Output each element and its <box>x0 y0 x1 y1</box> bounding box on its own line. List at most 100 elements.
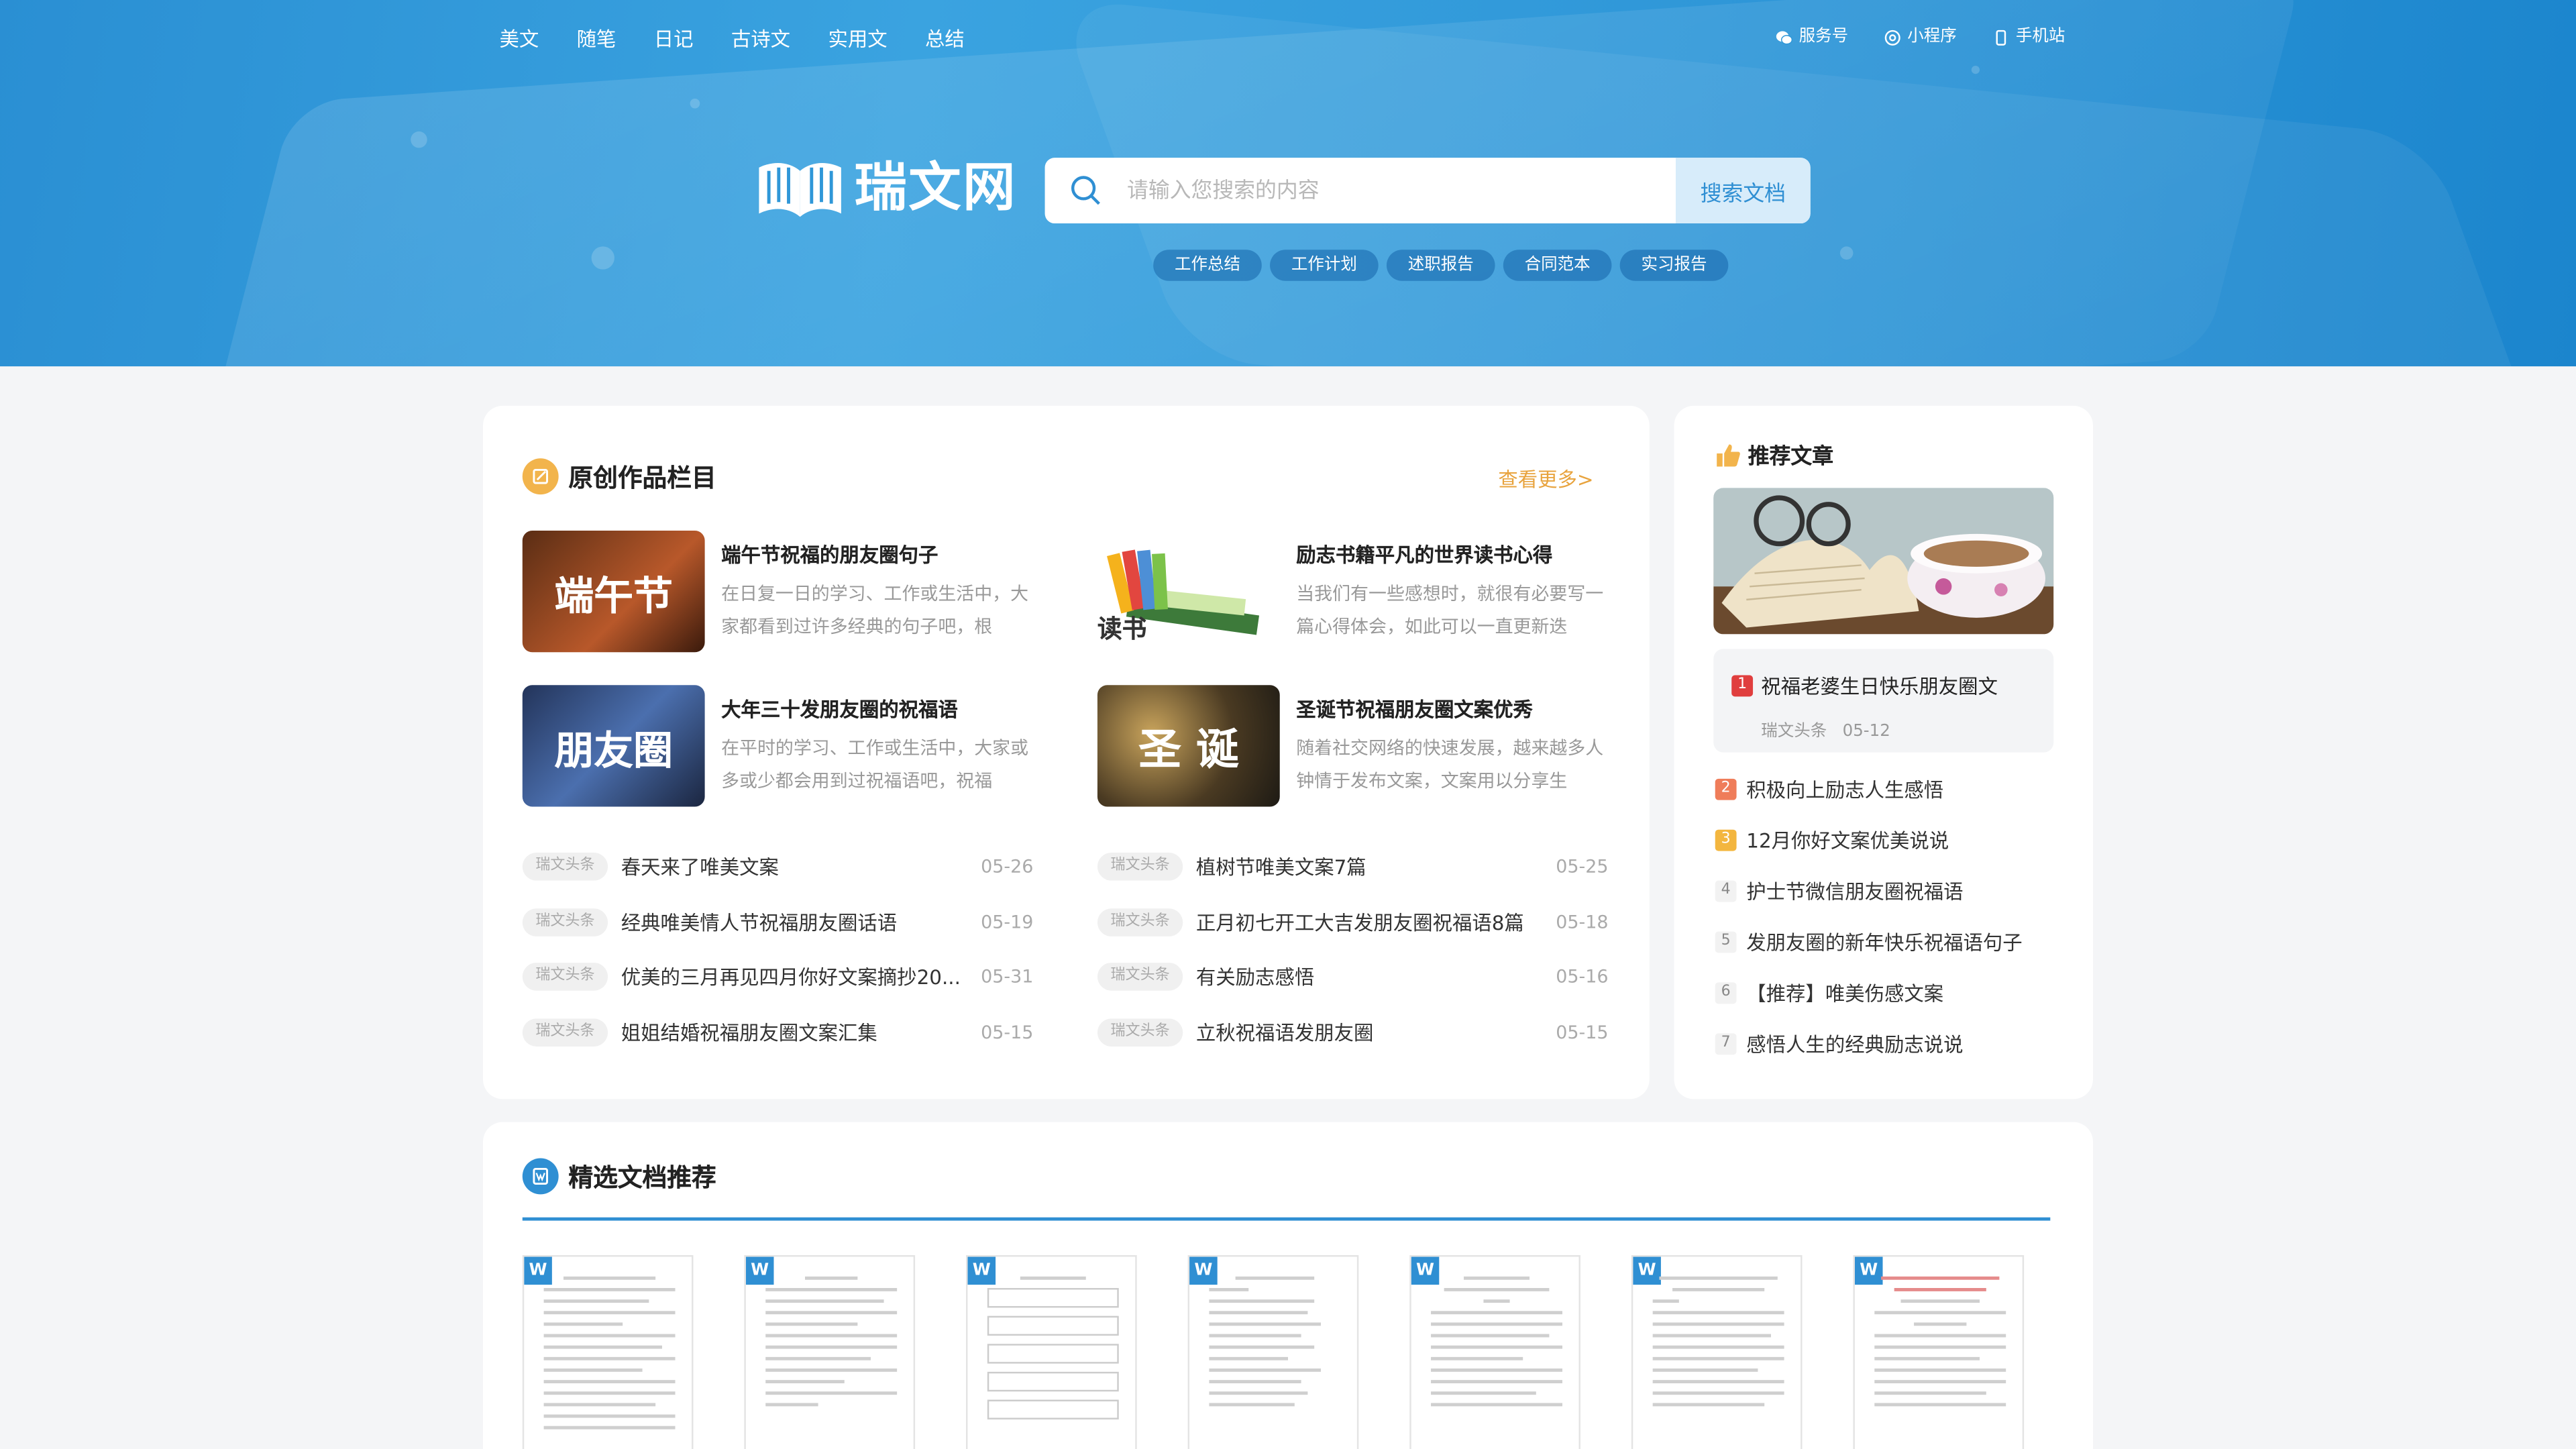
recommend-title-text: 推荐文章 <box>1748 445 1834 470</box>
list-item-title: 姐姐结婚祝福朋友圈文案汇集 <box>621 1021 877 1044</box>
hot-tag[interactable]: 述职报告 <box>1386 250 1495 281</box>
list-item-date: 05-31 <box>981 965 1034 987</box>
view-more-link[interactable]: 查看更多> <box>1498 465 1593 493</box>
edit-icon <box>522 458 559 495</box>
list-item-date: 05-19 <box>981 910 1034 932</box>
document-preview-lines <box>765 1276 898 1415</box>
recommend-item[interactable]: 4 护士节微信朋友圈祝福语 <box>1715 877 1964 906</box>
recommend-item[interactable]: 5 发朋友圈的新年快乐祝福语句子 <box>1715 928 2023 957</box>
recommend-item-title: 护士节微信朋友圈祝福语 <box>1746 880 1964 904</box>
original-works-panel: 原创作品栏目 查看更多> 端午节 端午节祝福的朋友圈句子 在日复一日的学习、工作… <box>483 405 1650 1099</box>
mini-program-link[interactable]: 小程序 <box>1884 26 1957 49</box>
source-badge: 瑞文头条 <box>1097 851 1183 880</box>
recommend-top-title-row: 1 祝福老婆生日快乐朋友圈文 <box>1731 672 1998 700</box>
document-preview-lines <box>1874 1276 2006 1415</box>
section-title-original: 原创作品栏目 <box>522 458 716 495</box>
list-item-title: 有关励志感悟 <box>1195 965 1315 989</box>
document-preview-lines <box>543 1276 676 1438</box>
list-item-title: 正月初七开工大吉发朋友圈祝福语8篇 <box>1195 910 1524 934</box>
mobile-site-link[interactable]: 手机站 <box>1993 26 2065 49</box>
article-title: 励志书籍平凡的世界读书心得 <box>1296 543 1553 567</box>
document-thumbnail[interactable]: W <box>744 1255 916 1449</box>
hot-tag[interactable]: 工作计划 <box>1270 250 1379 281</box>
bokeh-dot <box>690 98 700 109</box>
search-button[interactable]: 搜索文档 <box>1675 158 1811 224</box>
list-item-title: 经典唯美情人节祝福朋友圈话语 <box>621 910 898 934</box>
list-item-date: 05-18 <box>1556 910 1609 932</box>
recommend-item[interactable]: 7 感悟人生的经典励志说说 <box>1715 1030 1964 1059</box>
document-thumbnail[interactable]: W <box>1853 1255 2025 1449</box>
article-thumbnail: 读书 <box>1097 531 1280 653</box>
service-account-link[interactable]: 服务号 <box>1776 26 1848 49</box>
source-badge: 瑞文头条 <box>1097 908 1183 936</box>
rank-badge: 1 <box>1731 675 1754 697</box>
thumbs-up-icon <box>1717 443 1740 466</box>
list-item[interactable]: 瑞文头条 植树节唯美文案7篇 05-25 <box>1097 849 1609 882</box>
recommend-item-title: 感悟人生的经典励志说说 <box>1746 1033 1964 1057</box>
list-item-date: 05-16 <box>1556 965 1609 987</box>
list-item-title: 立秋祝福语发朋友圈 <box>1195 1021 1374 1044</box>
nav-item-riji[interactable]: 日记 <box>654 26 694 52</box>
mobile-icon <box>1996 30 2006 46</box>
article-card[interactable]: 读书 励志书籍平凡的世界读书心得 当我们有一些感想时，就很有必要写一篇心得体会，… <box>1097 531 1607 654</box>
document-preview-lines <box>1652 1276 1784 1415</box>
featured-docs-panel: 精选文档推荐 W W W W W W W <box>483 1122 2094 1449</box>
book-and-cup-illustration <box>1713 488 2054 635</box>
list-item[interactable]: 瑞文头条 姐姐结婚祝福朋友圈文案汇集 05-15 <box>522 1015 1033 1048</box>
list-item[interactable]: 瑞文头条 春天来了唯美文案 05-26 <box>522 849 1033 882</box>
site-logo[interactable]: 瑞文网 <box>756 154 1017 220</box>
hot-tag[interactable]: 实习报告 <box>1619 250 1729 281</box>
article-card[interactable]: 端午节 端午节祝福的朋友圈句子 在日复一日的学习、工作或生活中，大家都看到过许多… <box>522 531 1032 654</box>
rank-badge: 4 <box>1715 880 1737 902</box>
document-thumbnail[interactable]: W <box>1631 1255 1803 1449</box>
list-item-date: 05-25 <box>1556 855 1609 877</box>
document-preview-lines <box>1431 1276 1562 1415</box>
article-excerpt: 当我们有一些感想时，就很有必要写一篇心得体会，如此可以一直更新迭 <box>1296 583 1604 638</box>
recommend-item-title: 祝福老婆生日快乐朋友圈文 <box>1761 675 1998 698</box>
recommend-top-meta: 瑞文头条 05-12 <box>1761 716 1890 741</box>
list-item[interactable]: 瑞文头条 有关励志感悟 05-16 <box>1097 959 1609 992</box>
document-thumbnail[interactable]: W <box>966 1255 1137 1449</box>
rank-badge: 6 <box>1715 982 1737 1004</box>
article-thumbnail: 朋友圈 <box>522 685 705 807</box>
mini-program-label: 小程序 <box>1907 28 1957 46</box>
article-card[interactable]: 圣 诞 圣诞节祝福朋友圈文案优秀 随着社交网络的快速发展，越来越多人钟情于发布文… <box>1097 685 1607 808</box>
bokeh-dot <box>591 246 614 270</box>
recommend-item-title: 发朋友圈的新年快乐祝福语句子 <box>1746 931 2023 955</box>
list-item[interactable]: 瑞文头条 优美的三月再见四月你好文案摘抄20... 05-31 <box>522 959 1034 992</box>
document-thumbnail[interactable]: W <box>1187 1255 1359 1449</box>
search-box: 搜索文档 <box>1044 158 1811 224</box>
recommend-item[interactable]: 6 【推荐】唯美伤感文案 <box>1715 979 1943 1008</box>
list-item[interactable]: 瑞文头条 立秋祝福语发朋友圈 05-15 <box>1097 1015 1609 1048</box>
document-thumbnail[interactable]: W <box>1409 1255 1580 1449</box>
recommend-panel: 推荐文章 1 祝福老婆生日快乐朋友圈文 瑞文头条 05-12 2 积极向上励志人… <box>1674 405 2094 1099</box>
bokeh-dot <box>411 131 427 148</box>
list-item[interactable]: 瑞文头条 正月初七开工大吉发朋友圈祝福语8篇 05-18 <box>1097 905 1609 938</box>
hot-tag[interactable]: 工作总结 <box>1153 250 1262 281</box>
thumbnail-text: 端午节 <box>554 572 673 619</box>
document-icon <box>522 1158 559 1195</box>
recommend-top-item[interactable]: 1 祝福老婆生日快乐朋友圈文 瑞文头条 05-12 <box>1713 649 2054 753</box>
document-thumbnail[interactable]: W <box>522 1255 694 1449</box>
search-input[interactable] <box>1127 158 1676 224</box>
service-account-label: 服务号 <box>1799 28 1849 46</box>
nav-item-zongjie[interactable]: 总结 <box>925 26 965 52</box>
recommend-item[interactable]: 2 积极向上励志人生感悟 <box>1715 775 1943 804</box>
recommend-item[interactable]: 3 12月你好文案优美说说 <box>1715 826 1949 855</box>
nav-item-gushiwen[interactable]: 古诗文 <box>731 26 790 52</box>
list-item-title: 春天来了唯美文案 <box>621 855 779 878</box>
nav-item-shiyongwen[interactable]: 实用文 <box>828 26 887 52</box>
recommend-item-title: 12月你好文案优美说说 <box>1746 829 1949 853</box>
nav-item-meiwen[interactable]: 美文 <box>499 26 539 52</box>
rank-badge: 5 <box>1715 931 1737 953</box>
list-item[interactable]: 瑞文头条 经典唯美情人节祝福朋友圈话语 05-19 <box>522 905 1034 938</box>
source-badge: 瑞文头条 <box>522 961 608 990</box>
hot-tag[interactable]: 合同范本 <box>1503 250 1612 281</box>
source-badge: 瑞文头条 <box>522 1018 608 1046</box>
recommend-cover-image[interactable] <box>1713 488 2054 635</box>
nav-item-suibi[interactable]: 随笔 <box>577 26 616 52</box>
rank-badge: 2 <box>1715 778 1737 800</box>
source-badge: 瑞文头条 <box>1097 1018 1183 1046</box>
article-card[interactable]: 朋友圈 大年三十发朋友圈的祝福语 在平时的学习、工作或生活中，大家或多或少都会用… <box>522 685 1032 808</box>
article-excerpt: 在日复一日的学习、工作或生活中，大家都看到过许多经典的句子吧，根 <box>721 583 1029 638</box>
